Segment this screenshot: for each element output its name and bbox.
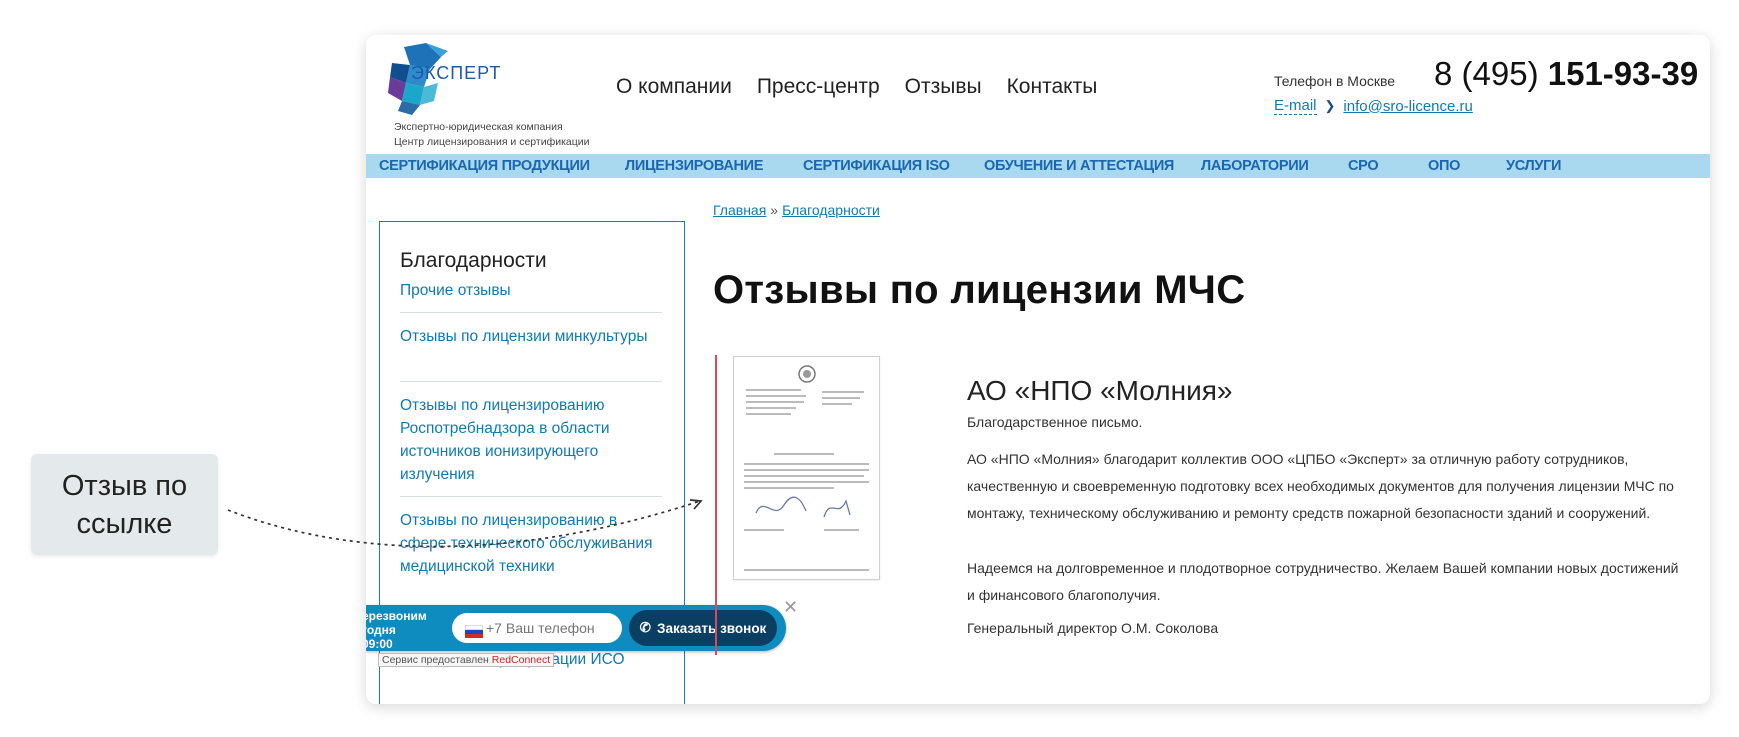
- top-nav-reviews[interactable]: Отзывы: [905, 75, 982, 99]
- email-dropdown-label[interactable]: E-mail: [1274, 97, 1317, 115]
- callback-widget: ерезвоним годня 09:00 ✆ Заказать звонок: [366, 605, 786, 651]
- main-nav-licensing[interactable]: ЛИЦЕНЗИРОВАНИЕ: [625, 158, 763, 174]
- top-nav-contacts[interactable]: Контакты: [1007, 75, 1098, 99]
- letter-line: [822, 397, 860, 399]
- review-letter-thumbnail[interactable]: [733, 356, 880, 580]
- main-nav-training[interactable]: ОБУЧЕНИЕ И АТТЕСТАЦИЯ: [984, 158, 1174, 174]
- tagline-line-2: Центр лицензирования и сертификации: [394, 136, 590, 148]
- review-accent-line: [715, 355, 717, 655]
- annotation-callout: Отзыв по ссылке: [31, 454, 218, 555]
- phone-prefix: 8 (495): [1434, 55, 1539, 92]
- sidebar-divider: [400, 381, 662, 382]
- letter-line: [744, 481, 869, 483]
- sidebar-item-medical-equipment[interactable]: Отзывы по лицензированию в сфере техниче…: [400, 509, 665, 578]
- company-tagline: Экспертно-юридическая компания Центр лиц…: [394, 120, 590, 150]
- sidebar-item-rospotrebnadzor[interactable]: Отзывы по лицензированию Роспотребнадзор…: [400, 394, 665, 486]
- sidebar-item-culture-license[interactable]: Отзывы по лицензии минкультуры: [400, 325, 665, 348]
- service-credit: Сервис предоставлен RedConnect: [378, 653, 555, 667]
- letter-line: [822, 403, 852, 405]
- review-paragraph-2: АО «НПО «Молния» благодарит коллектив ОО…: [967, 451, 1674, 521]
- credit-prefix: Сервис предоставлен: [382, 654, 489, 666]
- letter-line: [744, 475, 864, 477]
- callout-line-2: ссылке: [76, 507, 173, 540]
- phone-label: Телефон в Москве: [1274, 73, 1396, 89]
- review-signatory: Генеральный директор О.М. Соколова: [967, 620, 1219, 636]
- close-icon[interactable]: ✕: [783, 597, 798, 618]
- main-nav-laboratories[interactable]: ЛАБОРАТОРИИ: [1201, 158, 1309, 174]
- top-nav-press-center[interactable]: Пресс-центр: [757, 75, 880, 99]
- signature-icon: [755, 496, 851, 518]
- letter-line: [744, 469, 869, 471]
- emblem-icon: [798, 365, 816, 383]
- order-call-label: Заказать звонок: [656, 620, 767, 636]
- callout-line-1: Отзыв по: [61, 469, 188, 502]
- chevron-down-icon[interactable]: ❯: [1325, 98, 1336, 114]
- phone-number[interactable]: 8 (495) 151-93-39: [1434, 55, 1698, 93]
- top-nav-about[interactable]: О компании: [616, 75, 732, 99]
- letter-line: [744, 529, 784, 531]
- letter-line: [744, 569, 869, 571]
- main-nav-opo[interactable]: ОПО: [1428, 158, 1460, 174]
- breadcrumb-current[interactable]: Благодарности: [782, 202, 880, 218]
- main-nav-iso[interactable]: СЕРТИФИКАЦИЯ ISO: [803, 158, 950, 174]
- email-row: E-mail ❯ info@sro-licence.ru: [1274, 97, 1473, 115]
- callback-text-line-3: 09:00: [366, 637, 393, 651]
- letter-line: [744, 487, 834, 489]
- letter-line: [746, 389, 801, 391]
- letter-line: [746, 395, 806, 397]
- sidebar-divider: [400, 496, 662, 497]
- letter-line: [822, 391, 864, 393]
- tagline-line-1: Экспертно-юридическая компания: [394, 121, 563, 133]
- main-nav-sro[interactable]: СРО: [1348, 158, 1379, 174]
- breadcrumb-separator: »: [770, 202, 779, 218]
- callback-text-line-1: ерезвоним: [366, 609, 427, 623]
- main-nav-services[interactable]: УСЛУГИ: [1506, 158, 1561, 174]
- sidebar-title: Благодарности: [400, 249, 547, 272]
- main-nav-product-certification[interactable]: СЕРТИФИКАЦИЯ ПРОДУКЦИИ: [379, 158, 590, 174]
- website-screenshot: ЭКСПЕРТ Экспертно-юридическая компания Ц…: [366, 35, 1710, 704]
- sidebar-item-other-reviews[interactable]: Прочие отзывы: [400, 279, 665, 302]
- top-nav: О компании Пресс-центр Отзывы Контакты: [616, 75, 1097, 99]
- letter-line: [746, 407, 796, 409]
- callback-text: ерезвоним годня 09:00: [366, 609, 427, 651]
- logo-text: ЭКСПЕРТ: [411, 63, 502, 83]
- phone-main: 151-93-39: [1547, 55, 1699, 92]
- breadcrumb: Главная» Благодарности: [713, 202, 880, 218]
- letter-line: [744, 463, 869, 465]
- main-nav: СЕРТИФИКАЦИЯ ПРОДУКЦИИ ЛИЦЕНЗИРОВАНИЕ СЕ…: [366, 154, 1710, 178]
- callback-text-line-2: годня: [366, 623, 396, 637]
- review-paragraph-1: Благодарственное письмо.: [967, 414, 1143, 430]
- email-link[interactable]: info@sro-licence.ru: [1343, 98, 1472, 115]
- sidebar-divider: [400, 312, 662, 313]
- russia-flag-icon: [465, 625, 483, 638]
- letter-line: [774, 453, 834, 455]
- letter-line: [746, 413, 791, 415]
- phone-icon: ✆: [639, 620, 651, 635]
- credit-brand-link[interactable]: RedConnect: [492, 654, 550, 666]
- page-title: Отзывы по лицензии МЧС: [713, 268, 1246, 312]
- review-paragraph-3: Надеемся на долговременное и плодотворно…: [967, 560, 1679, 603]
- breadcrumb-home[interactable]: Главная: [713, 202, 766, 218]
- letter-line: [824, 529, 859, 531]
- review-company: АО «НПО «Молния»: [967, 375, 1233, 406]
- letter-line: [746, 401, 804, 403]
- order-call-button[interactable]: ✆ Заказать звонок: [629, 610, 777, 646]
